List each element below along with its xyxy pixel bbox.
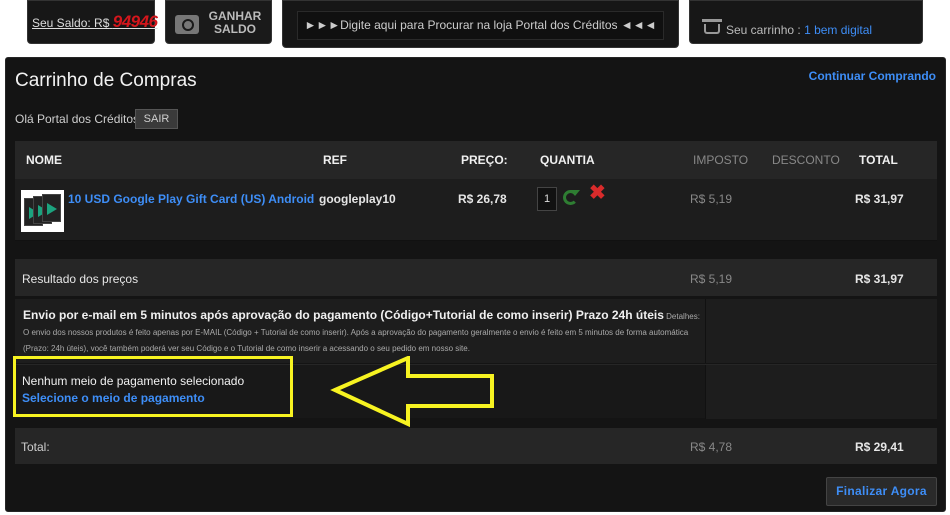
table-row: 10 USD Google Play Gift Card (US) Androi…: [15, 179, 937, 241]
header-ref: REF: [323, 153, 347, 167]
payment-side-cell: [705, 365, 937, 419]
greeting-text: Olá Portal dos Créditos: [15, 112, 140, 126]
price-result-tax: R$ 5,19: [690, 272, 733, 286]
balance-label: Seu Saldo: R$: [32, 16, 110, 30]
shipping-text: Envio por e-mail em 5 minutos após aprov…: [23, 307, 703, 357]
quantity-input[interactable]: 1: [537, 187, 557, 211]
camera-icon: [175, 15, 199, 34]
total-value: R$ 29,41: [855, 440, 904, 454]
product-total: R$ 31,97: [855, 192, 904, 206]
balance-value: 94946: [112, 12, 158, 31]
annotation-arrow-icon: [330, 356, 494, 428]
continue-shopping-link[interactable]: Continuar Comprando: [809, 69, 936, 83]
header-total: TOTAL: [859, 153, 898, 167]
finalize-button[interactable]: Finalizar Agora: [826, 477, 937, 506]
product-ref: googleplay10: [319, 192, 396, 206]
cart-link[interactable]: 1 bem digital: [804, 23, 872, 37]
balance-box[interactable]: Seu Saldo: R$ 94946: [27, 0, 158, 44]
product-price: R$ 26,78: [458, 192, 507, 206]
balance-text[interactable]: Seu Saldo: R$ 94946: [32, 12, 158, 32]
shipping-info: Envio por e-mail em 5 minutos após aprov…: [15, 299, 937, 363]
highlight-box: [13, 356, 293, 417]
earn-balance-button[interactable]: GANHAR SALDO: [165, 0, 272, 44]
header-preco: PREÇO:: [461, 153, 508, 167]
price-result-total: R$ 31,97: [855, 272, 904, 286]
total-label: Total:: [21, 440, 50, 454]
total-row: Total: R$ 4,78 R$ 29,41: [15, 428, 937, 464]
gift-card-icon: [42, 194, 61, 222]
product-name-link[interactable]: 10 USD Google Play Gift Card (US) Androi…: [68, 192, 314, 206]
header-desconto: DESCONTO: [772, 153, 840, 167]
product-thumbnail[interactable]: [21, 190, 64, 232]
cart-panel: Carrinho de Compras Continuar Comprando …: [5, 57, 946, 512]
shipping-side-cell: [705, 299, 937, 363]
header-nome: NOME: [26, 153, 62, 167]
cart-summary-text: Seu carrinho : 1 bem digital: [726, 23, 872, 37]
search-box: ►►►Digite aqui para Procurar na loja Por…: [282, 0, 679, 48]
page-title: Carrinho de Compras: [15, 70, 197, 91]
cart-summary: Seu carrinho : 1 bem digital: [689, 0, 923, 44]
product-tax: R$ 5,19: [690, 192, 733, 206]
total-tax: R$ 4,78: [690, 440, 733, 454]
search-input[interactable]: ►►►Digite aqui para Procurar na loja Por…: [297, 11, 664, 40]
earn-balance-label: GANHAR SALDO: [208, 9, 262, 36]
price-result-label: Resultado dos preços: [22, 272, 139, 286]
header-imposto: IMPOSTO: [693, 153, 749, 167]
top-bar: Seu Saldo: R$ 94946 GANHAR SALDO ►►►Digi…: [0, 0, 950, 52]
logout-button[interactable]: SAIR: [135, 109, 178, 129]
shipping-title: Envio por e-mail em 5 minutos após aprov…: [23, 308, 664, 322]
delete-icon[interactable]: ✖: [589, 183, 606, 203]
table-header: NOME REF PREÇO: QUANTIA IMPOSTO DESCONTO…: [15, 141, 937, 179]
header-quantia: QUANTIA: [540, 153, 595, 167]
cart-label: Seu carrinho :: [726, 23, 801, 37]
price-result-row: Resultado dos preços R$ 5,19 R$ 31,97: [15, 259, 937, 296]
refresh-icon[interactable]: [563, 190, 580, 205]
basket-icon: [702, 19, 722, 34]
